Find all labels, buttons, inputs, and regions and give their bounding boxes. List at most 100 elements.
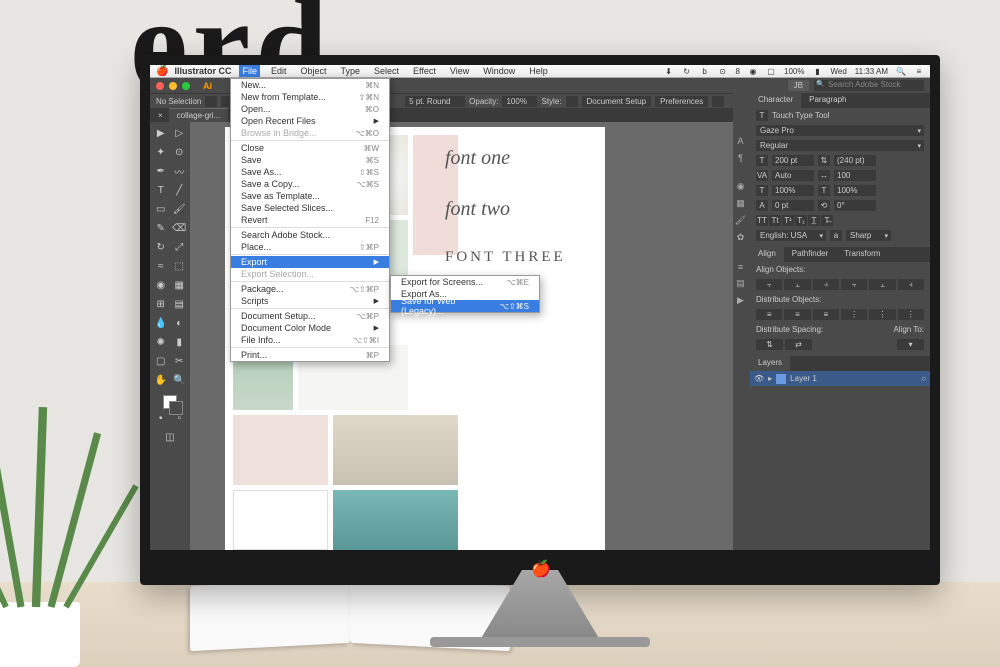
file-menu-item[interactable]: Package...⌥⇧⌘P	[231, 283, 389, 295]
gradient-tool[interactable]: ▤	[171, 295, 189, 313]
leading-input[interactable]: (240 pt)	[834, 155, 876, 166]
symbols-icon[interactable]: ✿	[733, 230, 748, 245]
pathfinder-tab[interactable]: Pathfinder	[784, 247, 836, 262]
airplay-icon[interactable]: ▢	[766, 67, 776, 76]
align-left-icon[interactable]: ⫟	[756, 279, 782, 290]
kerning-input[interactable]: Auto	[772, 170, 814, 181]
dist-vcenter-icon[interactable]: ≡	[784, 309, 810, 320]
document-tab[interactable]: collage-gri...	[169, 108, 229, 122]
style-swatch[interactable]	[566, 96, 578, 107]
bluetooth-icon[interactable]: b	[700, 67, 710, 76]
user-badge[interactable]: JB	[788, 80, 809, 91]
align-vcenter-icon[interactable]: ⫠	[869, 279, 895, 290]
hand-tool[interactable]: ✋	[152, 371, 170, 389]
align-top-icon[interactable]: ⫟	[841, 279, 867, 290]
layer-row[interactable]: 👁 ▸ Layer 1 ○	[750, 371, 930, 386]
menu-view[interactable]: View	[447, 65, 472, 77]
libraries-icon[interactable]: ▶	[733, 293, 748, 308]
file-menu-item[interactable]: Place...⇧⌘P	[231, 241, 389, 253]
swatches-icon[interactable]: ▦	[733, 196, 748, 211]
paragraph-tab[interactable]: Paragraph	[801, 93, 854, 108]
export-submenu-item[interactable]: Save for Web (Legacy)...⌥⇧⌘S	[391, 300, 539, 312]
blend-tool[interactable]: ◐	[171, 314, 189, 332]
shape-builder-tool[interactable]: ◉	[152, 276, 170, 294]
eraser-tool[interactable]: ⌫	[171, 219, 189, 237]
close-icon[interactable]	[156, 82, 164, 90]
file-menu-item[interactable]: New...⌘N	[231, 79, 389, 91]
file-menu-item[interactable]: Save As...⇧⌘S	[231, 166, 389, 178]
doc-setup-button[interactable]: Document Setup	[582, 96, 652, 107]
file-menu-item[interactable]: Open...⌘O	[231, 103, 389, 115]
file-menu-item[interactable]: Open Recent Files▶	[231, 115, 389, 127]
magic-wand-tool[interactable]: ✦	[152, 143, 170, 161]
pen-tool[interactable]: ✒	[152, 162, 170, 180]
underline-icon[interactable]: T̲	[808, 215, 820, 226]
app-name[interactable]: Illustrator CC	[174, 66, 231, 76]
file-menu-item[interactable]: Document Color Mode▶	[231, 322, 389, 334]
file-menu-item[interactable]: Save a Copy...⌥⌘S	[231, 178, 389, 190]
color-icon[interactable]: ◉	[733, 179, 748, 194]
strikethrough-icon[interactable]: T̶	[821, 215, 833, 226]
expand-icon[interactable]: ▸	[768, 374, 772, 383]
stroke-select[interactable]: 5 pt. Round	[405, 96, 465, 107]
spacing-v-icon[interactable]: ⇅	[756, 339, 783, 350]
character-tab[interactable]: Character	[750, 93, 801, 108]
baseline-input[interactable]: 0 pt	[772, 200, 814, 211]
paintbrush-tool[interactable]: 🖌	[171, 200, 189, 218]
battery-icon[interactable]: ▮	[812, 67, 822, 76]
preferences-button[interactable]: Preferences	[655, 96, 708, 107]
selection-tool[interactable]: ▶	[152, 124, 170, 142]
language-select[interactable]: English: USA	[756, 230, 826, 241]
file-menu-item[interactable]: Print...⌘P	[231, 349, 389, 361]
shaper-tool[interactable]: ✎	[152, 219, 170, 237]
apple-menu-icon[interactable]: 🍎	[156, 66, 168, 77]
artboard-tool[interactable]: ▢	[152, 352, 170, 370]
dist-hcenter-icon[interactable]: ⋮	[869, 309, 895, 320]
file-menu-item[interactable]: Scripts▶	[231, 295, 389, 307]
visibility-icon[interactable]: 👁	[754, 374, 764, 383]
tracking-input[interactable]: 100	[834, 170, 876, 181]
file-menu-item[interactable]: Close⌘W	[231, 142, 389, 154]
target-icon[interactable]: ○	[921, 374, 926, 383]
hscale-input[interactable]: 100%	[834, 185, 876, 196]
gradient-icon[interactable]: ▤	[733, 276, 748, 291]
file-menu-item[interactable]: Save Selected Slices...	[231, 202, 389, 214]
touch-type-icon[interactable]: T	[756, 110, 768, 121]
menu-select[interactable]: Select	[371, 65, 402, 77]
sync-icon[interactable]: ↻	[682, 67, 692, 76]
align-hcenter-icon[interactable]: ⫠	[784, 279, 810, 290]
search-stock-input[interactable]: Search Adobe Stock	[814, 80, 924, 91]
wifi-icon[interactable]: ◉	[748, 67, 758, 76]
superscript-icon[interactable]: T¹	[782, 215, 794, 226]
color-mode[interactable]: ▪	[152, 409, 170, 427]
file-menu-item[interactable]: Document Setup...⌥⌘P	[231, 310, 389, 322]
align-right-icon[interactable]: ⫞	[813, 279, 839, 290]
menu-help[interactable]: Help	[526, 65, 551, 77]
file-menu-item[interactable]: File Info...⌥⇧⌘I	[231, 334, 389, 346]
mesh-tool[interactable]: ⊞	[152, 295, 170, 313]
alignto-select[interactable]: ▾	[897, 339, 924, 350]
font-size-input[interactable]: 200 pt	[772, 155, 814, 166]
spacing-h-icon[interactable]: ⇄	[785, 339, 812, 350]
dist-left-icon[interactable]: ⋮	[841, 309, 867, 320]
align-icon[interactable]	[712, 96, 724, 107]
subscript-icon[interactable]: T₁	[795, 215, 807, 226]
file-menu-item[interactable]: New from Template...⇧⌘N	[231, 91, 389, 103]
perspective-tool[interactable]: ▦	[171, 276, 189, 294]
menu-file[interactable]: File	[239, 65, 260, 77]
maximize-icon[interactable]	[182, 82, 190, 90]
transform-tab[interactable]: Transform	[836, 247, 888, 262]
file-menu-item[interactable]: Save as Template...	[231, 190, 389, 202]
layer-name[interactable]: Layer 1	[790, 374, 817, 383]
font-family-select[interactable]: Gaze Pro	[756, 125, 924, 136]
menu-effect[interactable]: Effect	[410, 65, 439, 77]
fill-swatch[interactable]	[205, 96, 217, 107]
graph-tool[interactable]: ▮	[171, 333, 189, 351]
char-icon[interactable]: A	[733, 133, 748, 148]
opacity-input[interactable]: 100%	[502, 96, 537, 107]
line-tool[interactable]: ╱	[171, 181, 189, 199]
width-tool[interactable]: ≈	[152, 257, 170, 275]
minimize-icon[interactable]	[169, 82, 177, 90]
dist-top-icon[interactable]: ≡	[756, 309, 782, 320]
file-menu-item[interactable]: Search Adobe Stock...	[231, 229, 389, 241]
